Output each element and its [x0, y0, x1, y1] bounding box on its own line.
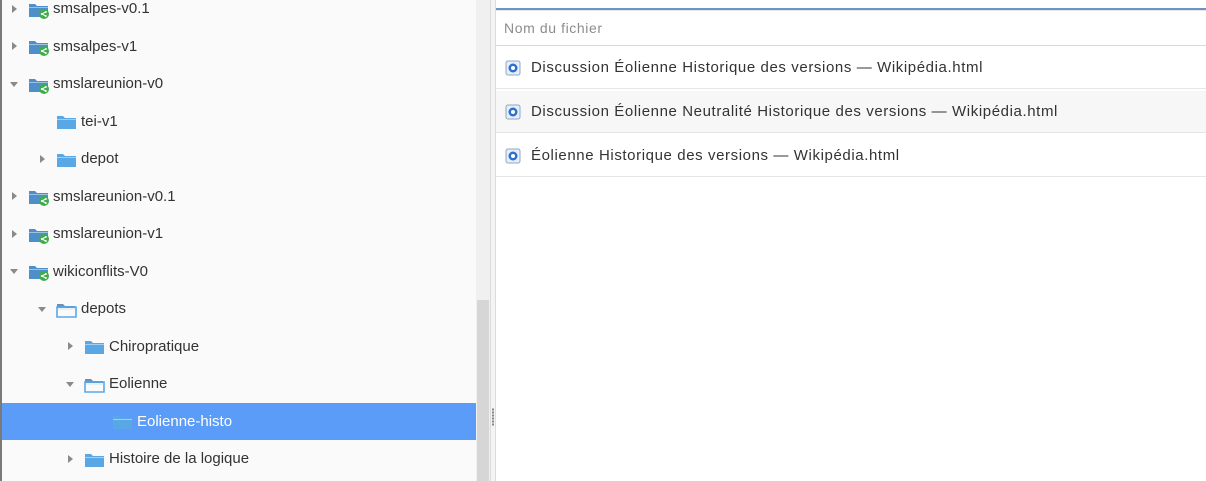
tree-item-wikiconflits-v0[interactable]: wikiconflits-V0	[2, 253, 476, 290]
tree-item-label: wikiconflits-V0	[53, 262, 149, 280]
expanded-arrow-icon[interactable]	[38, 304, 48, 314]
html-file-icon	[505, 104, 521, 120]
tree-item-label: smslareunion-v0	[53, 75, 164, 92]
collapsed-arrow-icon[interactable]	[66, 454, 76, 464]
tree-item-label: Histoire de la logique	[109, 450, 250, 467]
shared-folder-icon	[28, 188, 49, 206]
tree-scrollbar-thumb[interactable]	[477, 300, 489, 481]
file-row[interactable]: Éolienne Historique des versions — Wikip…	[496, 135, 1206, 177]
collapsed-arrow-icon[interactable]	[10, 191, 20, 201]
tree-item-eolienne-histo[interactable]: Eolienne-histo	[2, 402, 476, 440]
shared-folder-icon	[28, 226, 49, 244]
tree-item-smsalpes-v0-1[interactable]: smsalpes-v0.1	[2, 0, 476, 27]
tree-item-label: smslareunion-v1	[53, 225, 164, 242]
file-name: Éolienne Historique des versions — Wikip…	[531, 147, 900, 164]
html-file-icon	[505, 60, 521, 76]
collapsed-arrow-icon[interactable]	[10, 4, 20, 14]
tree-item-label: smsalpes-v1	[53, 37, 138, 55]
tree-item-tei-v1[interactable]: tei-v1	[2, 103, 476, 140]
file-name: Discussion Éolienne Neutralité Historiqu…	[531, 103, 1058, 120]
tree-item-depot[interactable]: depot	[2, 140, 476, 177]
no-toggle	[94, 416, 104, 426]
open-folder-icon	[56, 301, 77, 318]
tree-item-label: smslareunion-v0.1	[53, 187, 176, 205]
column-header-label: Nom du fichier	[504, 20, 603, 36]
tree-item-smslareunion-v1[interactable]: smslareunion-v1	[2, 215, 476, 252]
file-row[interactable]: Discussion Éolienne Neutralité Historiqu…	[496, 91, 1206, 133]
folder-icon	[56, 113, 76, 129]
column-header-filename[interactable]: Nom du fichier	[496, 10, 1206, 46]
tree-item-label: Eolienne-histo	[137, 412, 233, 430]
expanded-arrow-icon[interactable]	[66, 379, 76, 389]
splitter-grip-icon	[492, 408, 494, 426]
open-folder-icon	[84, 376, 105, 393]
tree-item-label: depots	[81, 300, 127, 317]
file-list-panel: Nom du fichier Discussion Éolienne Histo…	[496, 0, 1206, 481]
tree-item-label: tei-v1	[81, 112, 118, 130]
tree-item-label: depot	[81, 150, 119, 167]
folder-icon	[112, 413, 132, 429]
shared-folder-icon	[28, 263, 49, 281]
collapsed-arrow-icon[interactable]	[66, 341, 76, 351]
tree-item-smsalpes-v1[interactable]: smsalpes-v1	[2, 28, 476, 65]
file-row[interactable]: Discussion Éolienne Historique des versi…	[496, 47, 1206, 89]
collapsed-arrow-icon[interactable]	[10, 229, 20, 239]
folder-icon	[56, 151, 76, 167]
collapsed-arrow-icon[interactable]	[38, 154, 48, 164]
shared-folder-icon	[28, 1, 49, 19]
shared-folder-icon	[28, 38, 49, 56]
expanded-arrow-icon[interactable]	[10, 79, 20, 89]
tree-item-eolienne[interactable]: Eolienne	[2, 365, 476, 402]
tree-item-histoire-de-la-logique[interactable]: Histoire de la logique	[2, 440, 476, 477]
tree-item-label: smsalpes-v0.1	[53, 0, 150, 17]
file-manager-window: smsalpes-v0.1 smsalpes-v1 smslareunion-v0 t…	[0, 0, 1206, 481]
html-file-icon	[505, 148, 521, 164]
no-toggle	[38, 116, 48, 126]
folder-icon	[84, 338, 104, 354]
tree-item-depots[interactable]: depots	[2, 290, 476, 327]
tree-item-label: Chiropratique	[109, 337, 200, 355]
folder-icon	[84, 451, 104, 467]
collapsed-arrow-icon[interactable]	[10, 41, 20, 51]
file-name: Discussion Éolienne Historique des versi…	[531, 59, 984, 76]
tree-item-smslareunion-v0[interactable]: smslareunion-v0	[2, 65, 476, 102]
expanded-arrow-icon[interactable]	[10, 266, 20, 276]
tree-item-label: Eolienne	[109, 375, 168, 392]
tree-item-chiropratique[interactable]: Chiropratique	[2, 328, 476, 365]
folder-tree-panel: smsalpes-v0.1 smsalpes-v1 smslareunion-v0 t…	[0, 0, 476, 481]
tree-scrollbar[interactable]	[476, 0, 490, 481]
shared-folder-icon	[28, 76, 49, 94]
tree-item-smslareunion-v0-1[interactable]: smslareunion-v0.1	[2, 178, 476, 215]
